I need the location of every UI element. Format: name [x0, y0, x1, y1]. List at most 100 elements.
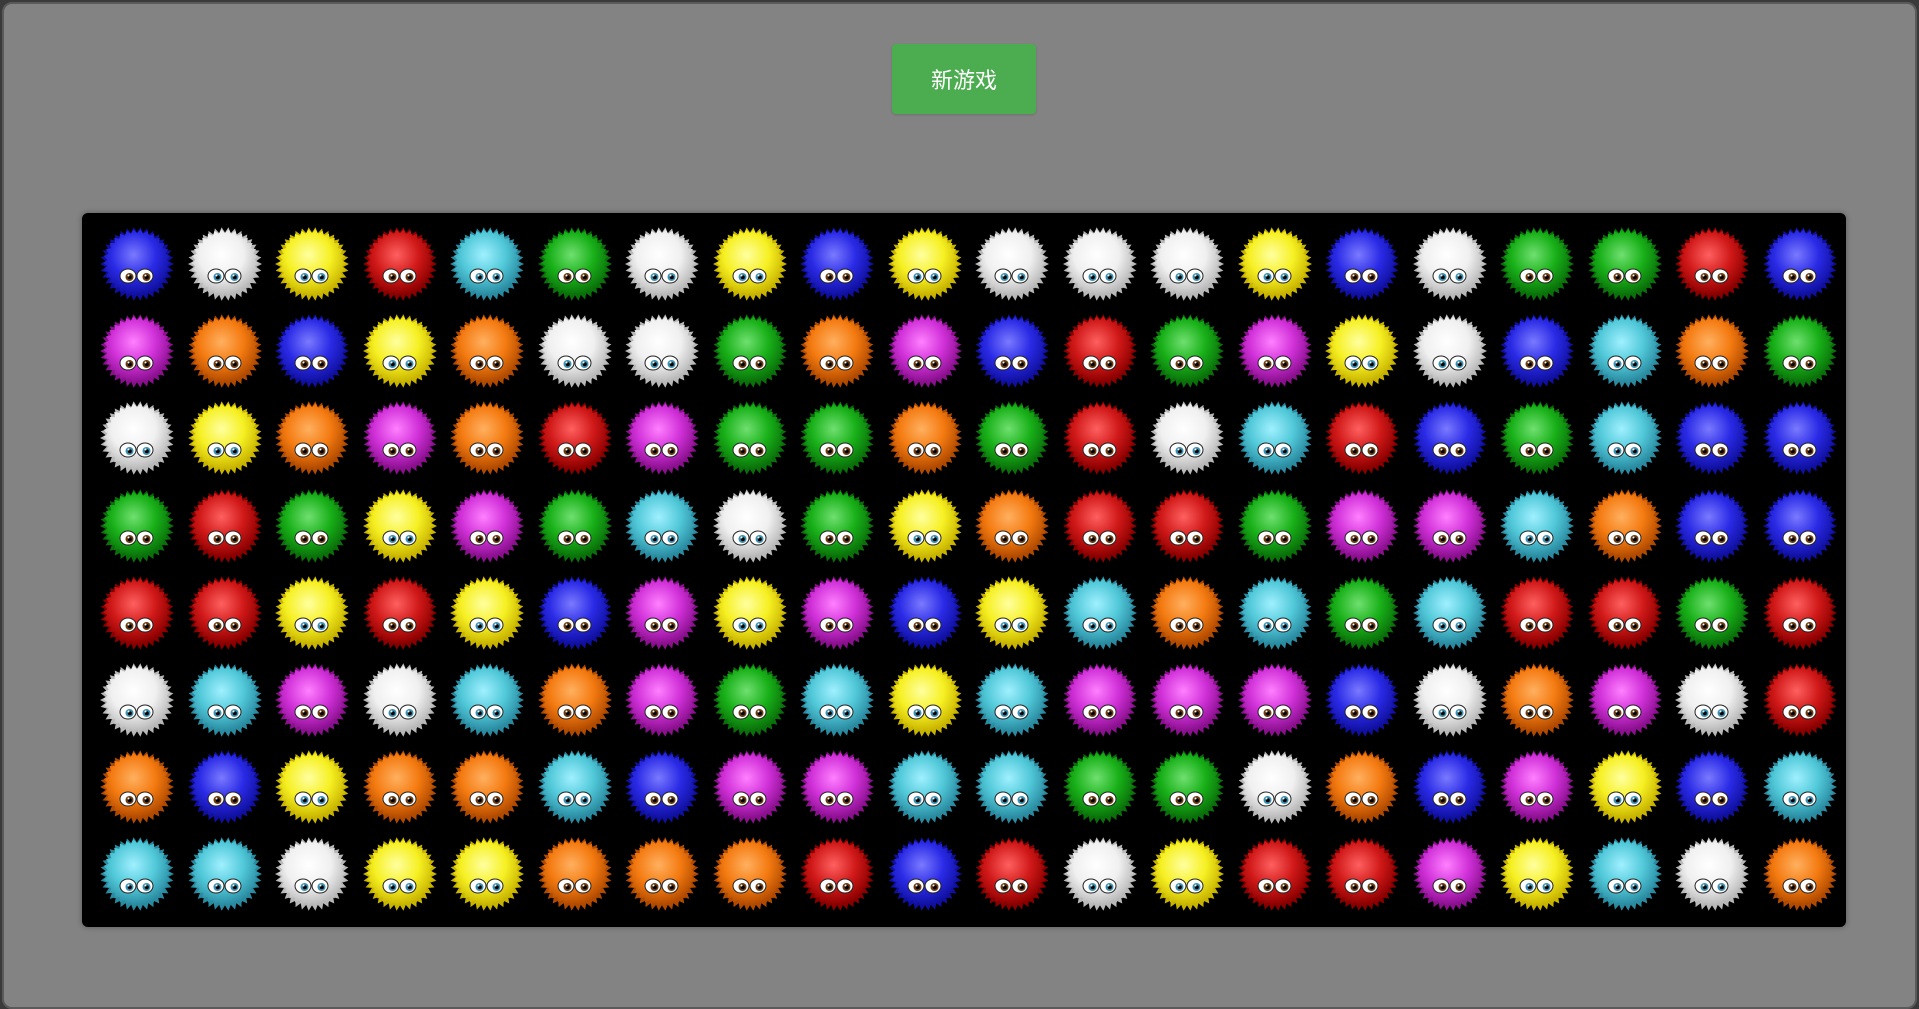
fuzzball-cyan[interactable] [1585, 834, 1665, 914]
fuzzball-yellow[interactable] [447, 834, 527, 914]
fuzzball-red[interactable] [1497, 573, 1577, 653]
fuzzball-cyan[interactable] [1760, 747, 1840, 827]
fuzzball-yellow[interactable] [885, 486, 965, 566]
fuzzball-yellow[interactable] [1585, 747, 1665, 827]
fuzzball-green[interactable] [1672, 573, 1752, 653]
fuzzball-magenta[interactable] [447, 486, 527, 566]
new-game-button[interactable]: 新游戏 [892, 44, 1036, 114]
fuzzball-green[interactable] [1235, 486, 1315, 566]
fuzzball-orange[interactable] [535, 660, 615, 740]
fuzzball-magenta[interactable] [360, 398, 440, 478]
fuzzball-cyan[interactable] [972, 747, 1052, 827]
fuzzball-blue[interactable] [1672, 398, 1752, 478]
fuzzball-blue[interactable] [1760, 224, 1840, 304]
fuzzball-green[interactable] [535, 486, 615, 566]
fuzzball-blue[interactable] [1672, 486, 1752, 566]
fuzzball-orange[interactable] [1147, 573, 1227, 653]
fuzzball-red[interactable] [1760, 573, 1840, 653]
fuzzball-red[interactable] [1322, 834, 1402, 914]
fuzzball-yellow[interactable] [972, 573, 1052, 653]
fuzzball-blue[interactable] [535, 573, 615, 653]
fuzzball-green[interactable] [710, 311, 790, 391]
fuzzball-blue[interactable] [97, 224, 177, 304]
fuzzball-yellow[interactable] [1497, 834, 1577, 914]
fuzzball-yellow[interactable] [885, 660, 965, 740]
fuzzball-red[interactable] [797, 834, 877, 914]
fuzzball-cyan[interactable] [1060, 573, 1140, 653]
fuzzball-orange[interactable] [1585, 486, 1665, 566]
fuzzball-yellow[interactable] [710, 573, 790, 653]
fuzzball-red[interactable] [535, 398, 615, 478]
fuzzball-orange[interactable] [360, 747, 440, 827]
fuzzball-white[interactable] [272, 834, 352, 914]
fuzzball-blue[interactable] [1497, 311, 1577, 391]
fuzzball-green[interactable] [710, 398, 790, 478]
fuzzball-white[interactable] [1235, 747, 1315, 827]
fuzzball-white[interactable] [1672, 660, 1752, 740]
fuzzball-orange[interactable] [185, 311, 265, 391]
fuzzball-magenta[interactable] [1322, 486, 1402, 566]
fuzzball-magenta[interactable] [622, 573, 702, 653]
fuzzball-red[interactable] [1760, 660, 1840, 740]
fuzzball-white[interactable] [1672, 834, 1752, 914]
fuzzball-magenta[interactable] [622, 398, 702, 478]
fuzzball-magenta[interactable] [1410, 834, 1490, 914]
fuzzball-green[interactable] [1760, 311, 1840, 391]
fuzzball-magenta[interactable] [1147, 660, 1227, 740]
fuzzball-cyan[interactable] [1585, 398, 1665, 478]
fuzzball-white[interactable] [1060, 834, 1140, 914]
fuzzball-magenta[interactable] [710, 747, 790, 827]
fuzzball-red[interactable] [185, 486, 265, 566]
fuzzball-orange[interactable] [1672, 311, 1752, 391]
fuzzball-magenta[interactable] [272, 660, 352, 740]
fuzzball-white[interactable] [622, 224, 702, 304]
fuzzball-orange[interactable] [1497, 660, 1577, 740]
fuzzball-yellow[interactable] [885, 224, 965, 304]
fuzzball-yellow[interactable] [360, 486, 440, 566]
fuzzball-magenta[interactable] [97, 311, 177, 391]
fuzzball-red[interactable] [1322, 398, 1402, 478]
fuzzball-magenta[interactable] [1585, 660, 1665, 740]
fuzzball-orange[interactable] [1322, 747, 1402, 827]
fuzzball-cyan[interactable] [1235, 398, 1315, 478]
fuzzball-green[interactable] [797, 398, 877, 478]
fuzzball-red[interactable] [360, 573, 440, 653]
fuzzball-red[interactable] [972, 834, 1052, 914]
fuzzball-green[interactable] [1322, 573, 1402, 653]
fuzzball-yellow[interactable] [272, 224, 352, 304]
fuzzball-white[interactable] [1410, 224, 1490, 304]
fuzzball-red[interactable] [185, 573, 265, 653]
fuzzball-cyan[interactable] [535, 747, 615, 827]
fuzzball-blue[interactable] [1760, 398, 1840, 478]
fuzzball-cyan[interactable] [97, 834, 177, 914]
fuzzball-green[interactable] [535, 224, 615, 304]
fuzzball-red[interactable] [97, 573, 177, 653]
fuzzball-red[interactable] [1672, 224, 1752, 304]
fuzzball-red[interactable] [360, 224, 440, 304]
fuzzball-magenta[interactable] [1235, 660, 1315, 740]
fuzzball-cyan[interactable] [1235, 573, 1315, 653]
fuzzball-orange[interactable] [710, 834, 790, 914]
fuzzball-blue[interactable] [1410, 747, 1490, 827]
fuzzball-blue[interactable] [1672, 747, 1752, 827]
fuzzball-red[interactable] [1060, 398, 1140, 478]
fuzzball-red[interactable] [1147, 486, 1227, 566]
fuzzball-blue[interactable] [1322, 224, 1402, 304]
fuzzball-magenta[interactable] [797, 747, 877, 827]
fuzzball-orange[interactable] [447, 398, 527, 478]
fuzzball-orange[interactable] [447, 311, 527, 391]
fuzzball-blue[interactable] [797, 224, 877, 304]
fuzzball-white[interactable] [972, 224, 1052, 304]
fuzzball-magenta[interactable] [1235, 311, 1315, 391]
fuzzball-yellow[interactable] [710, 224, 790, 304]
fuzzball-green[interactable] [1497, 398, 1577, 478]
fuzzball-cyan[interactable] [622, 486, 702, 566]
fuzzball-cyan[interactable] [972, 660, 1052, 740]
fuzzball-orange[interactable] [972, 486, 1052, 566]
fuzzball-white[interactable] [360, 660, 440, 740]
fuzzball-white[interactable] [97, 398, 177, 478]
fuzzball-orange[interactable] [622, 834, 702, 914]
fuzzball-green[interactable] [1147, 747, 1227, 827]
fuzzball-orange[interactable] [97, 747, 177, 827]
fuzzball-cyan[interactable] [885, 747, 965, 827]
